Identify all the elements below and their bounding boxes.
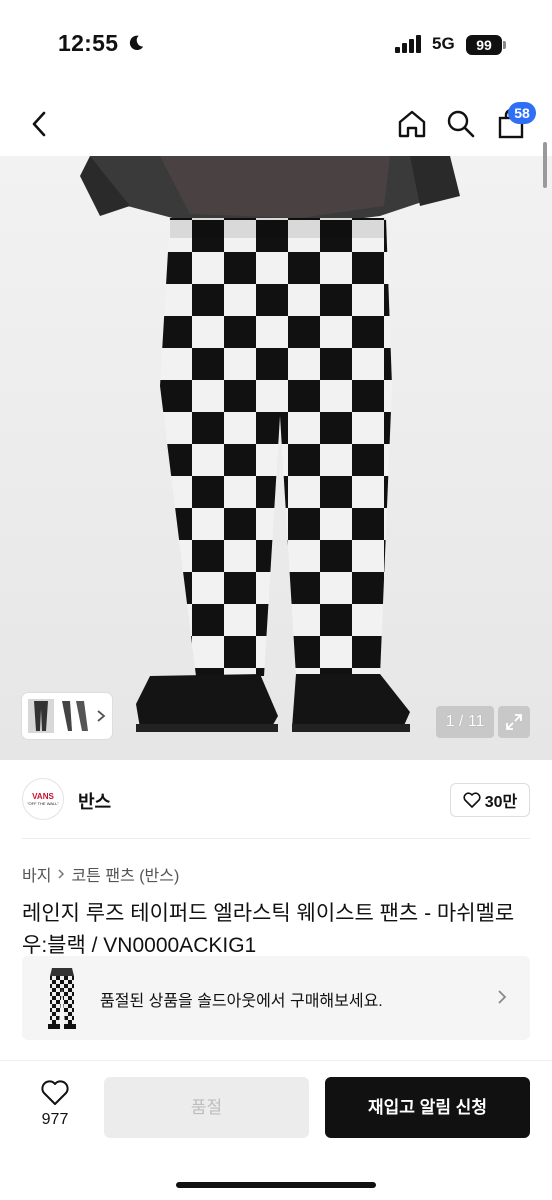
soldout-banner-text: 품절된 상품을 솔드아웃에서 구매해보세요. xyxy=(100,993,383,1010)
brand-row[interactable]: VANS "OFF THE WALL" 반스 30만 xyxy=(0,770,552,830)
chevron-right-icon xyxy=(498,990,507,1004)
wishlist-count: 977 xyxy=(41,1111,69,1128)
soldout-thumbnail xyxy=(48,968,76,1029)
chevron-right-icon xyxy=(58,869,65,879)
chevron-right-icon xyxy=(97,710,106,722)
product-title: 레인지 루즈 테이퍼드 엘라스틱 웨이스트 팬츠 - 마쉬멜로우:블랙 / VN… xyxy=(22,902,515,957)
product-image[interactable] xyxy=(0,156,552,760)
back-icon[interactable] xyxy=(20,104,60,144)
wishlist-button[interactable]: 977 xyxy=(30,1079,80,1139)
restock-alert-button[interactable]: 재입고 알림 신청 xyxy=(325,1077,530,1138)
soldout-banner[interactable]: 품절된 상품을 솔드아웃에서 구매해보세요. xyxy=(22,956,530,1040)
breadcrumb-subcategory[interactable]: 코튼 팬츠 (반스) xyxy=(71,862,179,886)
cart-count-badge: 58 xyxy=(508,102,536,124)
battery-tip xyxy=(503,41,506,49)
brand-like-button[interactable]: 30만 xyxy=(450,783,530,817)
soldout-button: 품절 xyxy=(104,1077,309,1138)
scrollbar[interactable] xyxy=(543,142,547,188)
breadcrumb-category[interactable]: 바지 xyxy=(22,862,51,886)
thumbnail-image xyxy=(28,699,88,733)
home-icon[interactable] xyxy=(392,104,432,144)
brand-like-count: 30만 xyxy=(484,794,518,811)
nav-bar xyxy=(0,92,552,156)
brand-logo[interactable]: VANS "OFF THE WALL" xyxy=(22,778,64,820)
svg-text:"OFF THE WALL": "OFF THE WALL" xyxy=(27,801,59,806)
network-label: 5G xyxy=(432,34,455,53)
image-counter: 1 / 11 xyxy=(436,706,494,738)
status-bar: 12:55 5G 99 xyxy=(0,0,552,92)
divider xyxy=(22,838,530,839)
thumbnail-strip[interactable] xyxy=(22,693,112,739)
heart-icon xyxy=(463,792,481,808)
svg-text:VANS: VANS xyxy=(32,792,54,801)
breadcrumb: 바지 코튼 팬츠 (반스) xyxy=(22,862,179,886)
checkered-pants-photo xyxy=(80,156,460,732)
status-time: 12:55 xyxy=(58,30,119,56)
search-icon[interactable] xyxy=(441,104,481,144)
expand-icon[interactable] xyxy=(498,706,530,738)
bottom-action-bar: 977 품절 재입고 알림 신청 xyxy=(0,1060,552,1200)
heart-icon xyxy=(41,1080,69,1105)
moon-icon xyxy=(129,35,144,51)
brand-name[interactable]: 반스 xyxy=(78,788,111,814)
battery-indicator: 99 xyxy=(466,35,502,55)
signal-icon xyxy=(395,35,421,53)
home-indicator[interactable] xyxy=(176,1182,376,1188)
